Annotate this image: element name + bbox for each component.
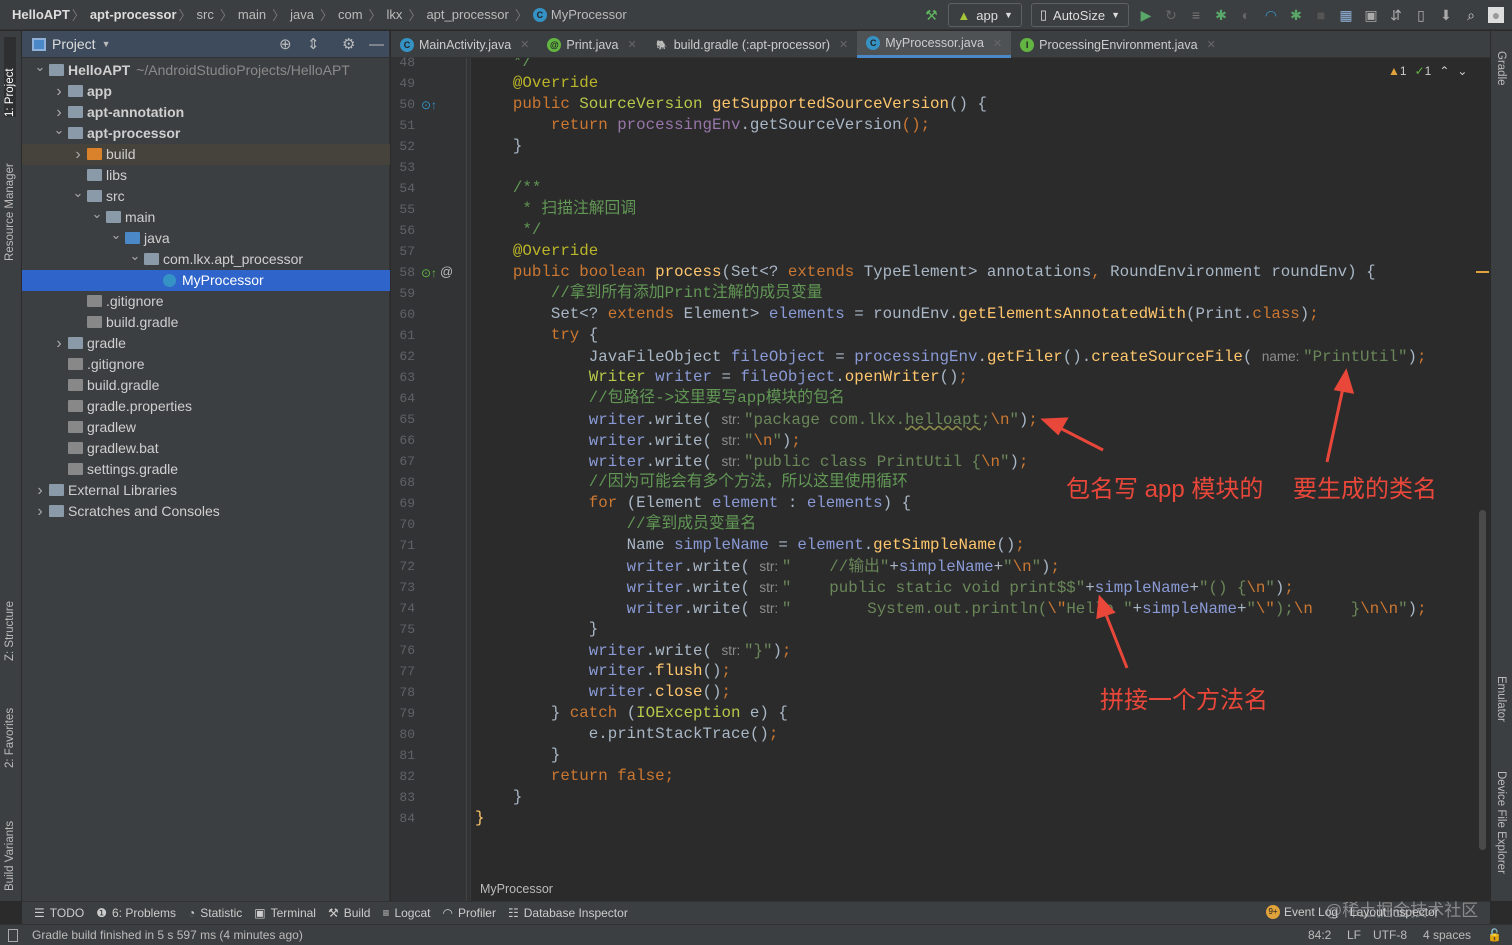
tool-button-database-inspector[interactable]: ☷ Database Inspector <box>508 906 628 920</box>
tool-button-terminal[interactable]: ▣ Terminal <box>254 906 316 920</box>
tool-button-label: Profiler <box>457 906 496 920</box>
tool-button-logcat[interactable]: ≡ Logcat <box>382 906 430 920</box>
tool-button-statistic[interactable]: ◔ Statistic <box>188 906 242 920</box>
file-encoding[interactable]: UTF-8 <box>1373 928 1407 942</box>
tool-button-todo[interactable]: ☰ TODO <box>34 906 84 920</box>
arrow-head <box>1096 594 1116 620</box>
tool-button-label: TODO <box>49 906 85 920</box>
arrow-class <box>1325 387 1345 463</box>
editor-breadcrumb[interactable]: MyProcessor <box>480 882 553 896</box>
list-icon: ☰ <box>34 906 45 920</box>
arrow-head <box>1333 368 1355 394</box>
line-separator[interactable]: LF <box>1347 928 1361 942</box>
annotation-class-note: 要生成的类名 <box>1293 476 1437 503</box>
event-log-icon: 9+ <box>1266 905 1280 919</box>
tool-button-label: Logcat <box>394 906 431 920</box>
annotation-arrows <box>1040 368 1355 669</box>
indent-setting[interactable]: 4 spaces <box>1423 928 1471 942</box>
annotation-package-note: 包名写 app 模块的 <box>1066 476 1264 503</box>
arrow-method <box>1103 611 1129 669</box>
tool-button-build[interactable]: ⚒ Build <box>328 906 370 920</box>
caret-position[interactable]: 84:2 <box>1308 928 1331 942</box>
annotation-method-note: 拼接一个方法名 <box>1100 687 1268 714</box>
tool-button--problems[interactable]: ❶ 6: Problems <box>96 906 176 920</box>
status-message[interactable]: Gradle build finished in 5 s 597 ms (4 m… <box>32 928 303 942</box>
profiler-icon: ◠ <box>442 906 453 920</box>
tool-button-label: 6: Problems <box>111 906 177 920</box>
tool-button-label: Build <box>343 906 371 920</box>
terminal-icon: ▣ <box>254 906 266 920</box>
tool-button-label: Terminal <box>270 906 316 920</box>
status-window-icon[interactable] <box>8 928 18 942</box>
build-icon: ⚒ <box>327 906 339 920</box>
status-bar: Gradle build finished in 5 s 597 ms (4 m… <box>0 924 1512 945</box>
statistic-icon: ◔ <box>188 906 196 920</box>
watermark: @稀土掘金技术社区 <box>1325 901 1479 920</box>
tool-button-profiler[interactable]: ◠ Profiler <box>442 906 496 920</box>
lock-icon[interactable]: 🔓 <box>1487 928 1502 942</box>
problems-icon: ❶ <box>96 906 107 920</box>
arrow-package <box>1057 425 1104 452</box>
logcat-icon: ≡ <box>382 906 390 920</box>
tool-button-label: Database Inspector <box>523 906 628 920</box>
database-icon: ☷ <box>507 906 519 920</box>
tool-button-label: Statistic <box>200 906 243 920</box>
